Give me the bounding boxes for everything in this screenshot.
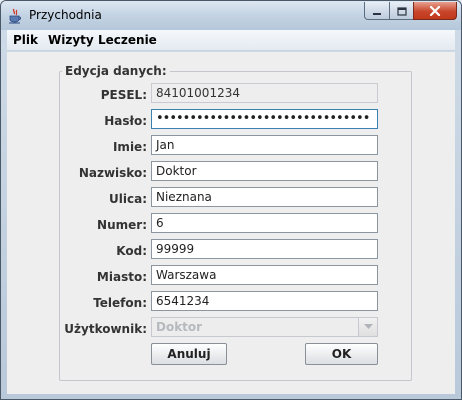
minimize-button[interactable] <box>364 2 390 20</box>
street-label: Ulica: <box>109 192 147 206</box>
title-bar[interactable]: Przychodnia <box>1 1 461 30</box>
user-select: Doktor <box>151 317 378 337</box>
first-name-label: Imie: <box>112 140 147 154</box>
number-field[interactable]: 6 <box>151 213 378 233</box>
java-cup-icon <box>8 8 22 24</box>
password-label: Hasło: <box>104 114 147 128</box>
phone-label: Telefon: <box>93 296 147 310</box>
postal-code-field[interactable]: 99999 <box>151 239 378 259</box>
ok-button[interactable]: OK <box>305 343 378 365</box>
postal-code-label: Kod: <box>116 244 147 258</box>
city-field[interactable]: Warszawa <box>151 265 378 285</box>
street-field[interactable]: Nieznana <box>151 187 378 207</box>
last-name-field[interactable]: Doktor <box>151 161 378 181</box>
maximize-button[interactable] <box>389 2 414 20</box>
window-title: Przychodnia <box>29 8 102 22</box>
city-label: Miasto: <box>96 270 147 284</box>
pesel-field: 84101001234 <box>151 83 378 103</box>
close-button[interactable] <box>413 2 457 20</box>
chevron-down-icon <box>358 318 377 336</box>
cancel-button[interactable]: Anuluj <box>151 343 227 365</box>
form-panel: Edycja danych: PESEL: 84101001234 Hasło:… <box>7 52 455 394</box>
menu-plik[interactable]: Plik <box>13 33 38 47</box>
password-field[interactable]: •••••••••••••••••••••••••••••••• <box>151 109 378 129</box>
close-icon <box>429 1 441 20</box>
first-name-field[interactable]: Jan <box>151 135 378 155</box>
minimize-icon <box>372 1 382 20</box>
menu-wizyty[interactable]: Wizyty <box>48 33 94 47</box>
maximize-icon <box>396 1 407 20</box>
user-select-value: Doktor <box>156 320 203 334</box>
pesel-label: PESEL: <box>100 88 147 102</box>
menu-leczenie[interactable]: Leczenie <box>98 33 157 47</box>
menu-bar: Plik Wizyty Leczenie <box>7 30 455 51</box>
app-window: Przychodnia Plik Wizyty Leczenie Edycja … <box>0 0 462 400</box>
phone-field[interactable]: 6541234 <box>151 291 378 311</box>
number-label: Numer: <box>97 218 147 232</box>
group-title: Edycja danych: <box>62 64 170 78</box>
user-label: Użytkownik: <box>64 322 147 336</box>
last-name-label: Nazwisko: <box>78 166 147 180</box>
